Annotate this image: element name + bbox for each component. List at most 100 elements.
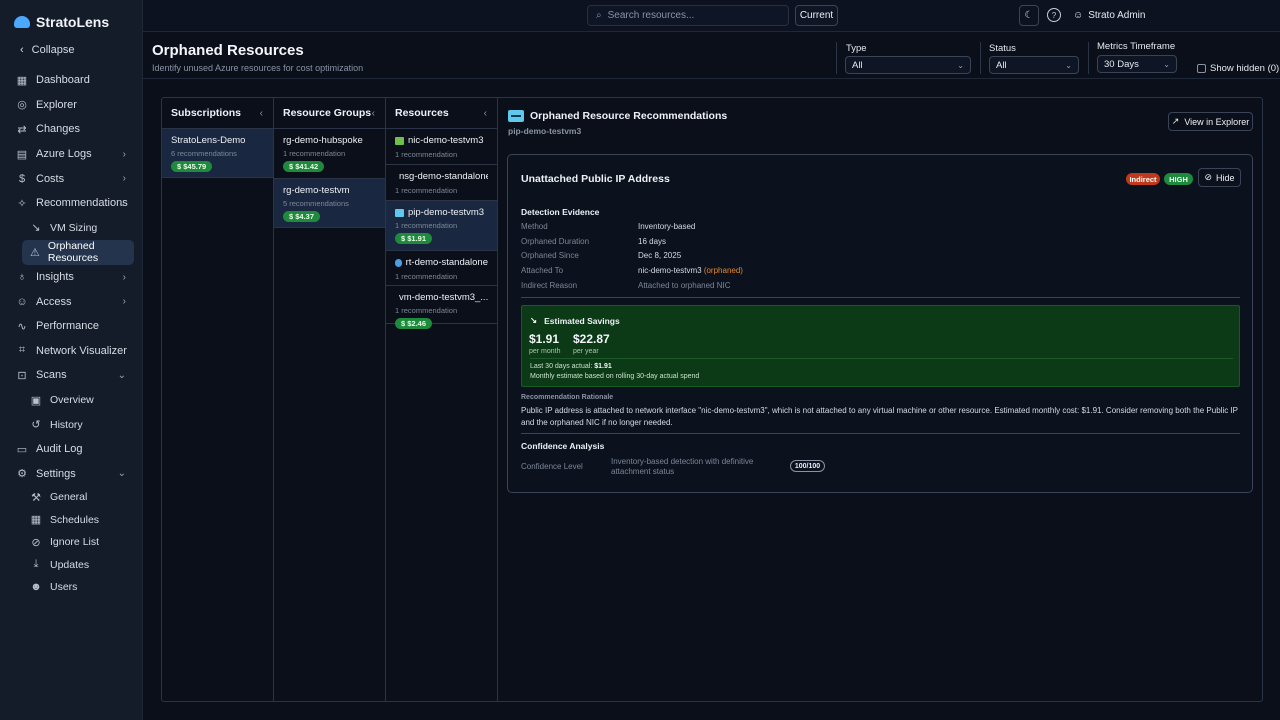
cloud-logo-icon [14,16,30,28]
chevron-right-icon: › [122,296,126,308]
evidence-key: Orphaned Duration [521,237,590,246]
confidence-description: Inventory-based detection with definitiv… [611,457,754,476]
timeframe-select-value: 30 Days [1104,58,1139,70]
resource-groups-header: Resource Groups ‹ [274,98,385,129]
evidence-row: Attached To nic-demo-testvm3 (orphaned) [521,266,743,275]
chevron-left-icon[interactable]: ‹ [372,108,375,119]
resource-count: 1 recommendation [395,306,458,315]
chevron-down-icon: ⌄ [117,197,126,209]
resource-name-text: vm-demo-testvm3_... [399,292,488,303]
resources-column: Resources ‹ nic-demo-testvm3 1 recommend… [386,98,498,701]
resource-group-item[interactable]: rg-demo-hubspoke 1 recommendation $ $41.… [274,129,385,179]
attached-to-link[interactable]: nic-demo-testvm3 [638,266,702,275]
public-ip-icon [508,110,524,122]
sidebar-item-vm-sizing[interactable]: ↘ VM Sizing [8,216,136,241]
page-title: Orphaned Resources [152,42,304,59]
sidebar-item-network-visualizer[interactable]: ⌗ Network Visualizer [8,339,136,364]
resources-header: Resources ‹ [386,98,497,129]
chevron-down-icon: ⌄ [957,60,964,70]
sidebar-item-performance[interactable]: ∿ Performance [8,314,136,339]
sidebar-item-insights[interactable]: ♁ Insights › [8,265,136,290]
resource-item[interactable]: rt-demo-standalone 1 recommendation [386,251,497,286]
user-icon: ☺ [1073,10,1084,21]
timeframe-select[interactable]: 30 Days ⌄ [1097,55,1177,73]
sidebar-item-explorer[interactable]: ◎ Explorer [8,93,136,118]
resource-count: 1 recommendation [395,221,458,230]
sidebar-item-costs[interactable]: $ Costs › [8,166,136,191]
help-button[interactable]: ? [1047,8,1061,22]
help-icon: ? [1051,10,1057,20]
sidebar-item-history[interactable]: ↺ History [8,412,136,437]
compass-icon: ◎ [17,99,27,112]
yearly-savings: $22.87 [573,332,610,346]
sidebar-item-orphaned-resources[interactable]: ⚠ Orphaned Resources [22,240,134,265]
sidebar-item-label: Schedules [50,513,100,526]
sidebar-item-access[interactable]: ☺ Access › [8,289,136,314]
actual-value: $1.91 [594,363,612,370]
sidebar-item-ignore-list[interactable]: ⊘ Ignore List [8,531,136,554]
cost-badge: $ $4.37 [283,211,321,222]
evidence-value: Attached to orphaned NIC [638,281,731,290]
actual-prefix: Last 30 days actual: [530,363,593,370]
sidebar-item-label: Changes [36,123,81,136]
divider [530,358,1233,359]
app-brand[interactable]: StratoLens [14,14,109,30]
sidebar-item-users[interactable]: ☻ Users [8,576,136,599]
sidebar-item-audit-log[interactable]: ▭ Audit Log [8,437,136,462]
status-select[interactable]: All ⌄ [989,56,1079,74]
sidebar-item-dashboard[interactable]: ▦ Dashboard [8,68,136,93]
sidebar-item-label: Performance [36,320,99,333]
resource-item[interactable]: vm-demo-testvm3_... 1 recommendation $ $… [386,286,497,329]
current-button[interactable]: Current [795,5,838,26]
hide-button[interactable]: ⊘ Hide [1198,168,1241,187]
sidebar-item-updates[interactable]: ⤓ Updates [8,554,136,577]
sidebar-item-azure-logs[interactable]: ▤ Azure Logs › [8,142,136,167]
show-hidden-checkbox[interactable] [1197,64,1206,73]
sidebar-item-scans[interactable]: ⊡ Scans ⌄ [8,363,136,388]
user-menu[interactable]: ☺ Strato Admin [1073,10,1145,21]
chevron-down-icon: ⌄ [117,468,126,480]
type-select[interactable]: All ⌄ [845,56,971,74]
evidence-row: Orphaned Since Dec 8, 2025 [521,251,681,260]
subscriptions-column: Subscriptions ‹ StratoLens-Demo 6 recomm… [162,98,274,701]
resource-item[interactable]: nsg-demo-standalone 1 recommendation [386,165,497,201]
sidebar-item-general[interactable]: ⚒ General [8,486,136,509]
sidebar-item-label: VM Sizing [50,221,98,234]
rationale-heading: Recommendation Rationale [521,394,614,401]
divider [1088,42,1089,74]
sidebar-item-settings[interactable]: ⚙ Settings ⌄ [8,462,136,487]
ignore-icon: ⊘ [31,536,41,549]
recommendation-detail: Orphaned Resource Recommendations pip-de… [498,98,1262,701]
collapse-button[interactable]: ‹ Collapse [20,44,74,56]
divider [980,42,981,74]
theme-toggle-button[interactable]: ☾ [1019,5,1039,26]
subscriptions-header: Subscriptions ‹ [162,98,273,129]
resource-name: nic-demo-testvm3 [395,135,488,146]
chevron-down-icon: ⌄ [1065,60,1072,70]
sidebar-item-recommendations[interactable]: ✧ Recommendations ⌄ [8,191,136,216]
subscription-item[interactable]: StratoLens-Demo 6 recommendations $ $45.… [162,129,273,178]
resource-item[interactable]: pip-demo-testvm3 1 recommendation $ $1.9… [386,201,497,251]
sidebar-item-label: Costs [36,172,65,185]
collapse-label: Collapse [31,44,75,56]
chevron-left-icon[interactable]: ‹ [260,108,263,119]
chevron-right-icon: › [122,173,126,185]
trend-down-icon: ↘ [530,315,538,325]
evidence-value: Inventory-based [638,222,696,231]
moon-icon: ☾ [1024,10,1034,21]
view-in-explorer-button[interactable]: ↗ View in Explorer [1168,112,1253,131]
sidebar-item-overview[interactable]: ▣ Overview [8,388,136,413]
status-filter-label: Status [989,43,1016,54]
type-select-value: All [852,59,863,71]
search-input[interactable] [607,10,778,21]
sidebar-item-changes[interactable]: ⇄ Changes [8,117,136,142]
evidence-key: Method [521,222,548,231]
resource-name-text: nic-demo-testvm3 [408,135,484,146]
resource-group-count: 1 recommendation [283,149,346,158]
sidebar-item-schedules[interactable]: ▦ Schedules [8,509,136,532]
chevron-left-icon[interactable]: ‹ [484,108,487,119]
search-box[interactable]: ⌕ [587,5,789,26]
resource-item[interactable]: nic-demo-testvm3 1 recommendation [386,129,497,165]
resource-group-item[interactable]: rg-demo-testvm 5 recommendations $ $4.37 [274,179,385,228]
show-hidden-toggle[interactable]: Show hidden (0) [1197,63,1279,74]
